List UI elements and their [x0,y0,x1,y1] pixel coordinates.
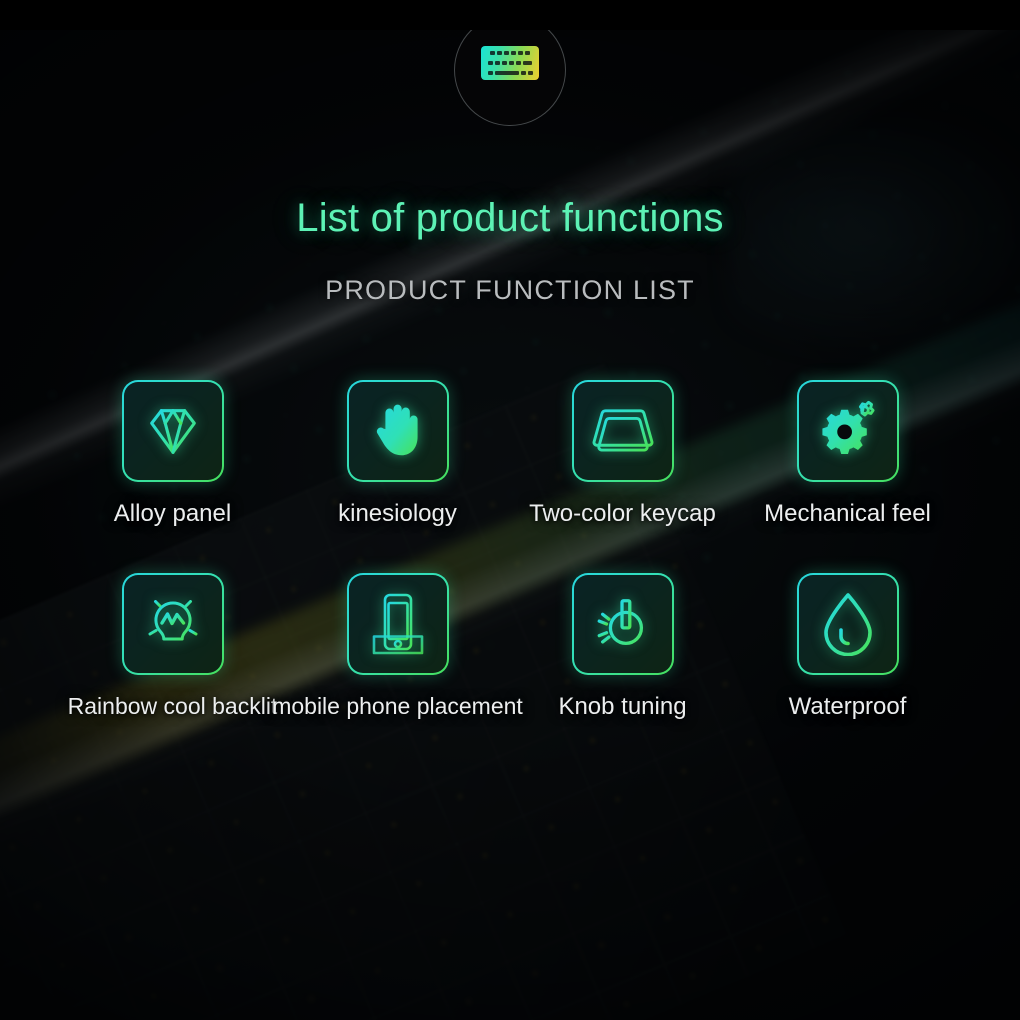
keyboard-icon-key [487,71,493,75]
keyboard-icon-key [502,61,507,65]
keyboard-icon-key [509,61,514,65]
keyboard-icon-key [497,51,502,55]
icon-frame-inner [573,575,672,673]
feature-label: mobile phone placement [272,693,523,719]
icon-frame-inner [573,382,672,480]
keyboard-icon-key [488,61,493,65]
icon-frame-inner [348,575,447,673]
feature-item-phone-placement[interactable]: mobile phone placement [272,573,523,720]
keyboard-icon-key [490,51,495,55]
keyboard-icon-row [485,51,535,55]
icon-frame-inner [798,382,897,480]
icon-frame [571,380,674,482]
feature-item-rainbow-backlit[interactable]: Rainbow cool backlit [60,573,285,720]
power-knob-icon [595,599,643,646]
feature-row-1: Alloy panel kinesiology Two-color keycap… [60,380,960,528]
keyboard-icon-key [525,51,530,55]
icon-frame-inner [798,575,897,673]
icon-frame [796,380,899,482]
feature-item-knob-tuning[interactable]: Knob tuning [510,573,735,721]
hand-icon [376,404,418,456]
keyboard-icon-key [516,61,521,65]
icon-frame [796,573,899,675]
feature-label: Rainbow cool backlit [67,693,278,719]
feature-label: Two-color keycap [529,500,716,527]
page-subtitle: PRODUCT FUNCTION LIST [325,275,695,305]
feature-label: Alloy panel [113,500,232,527]
keyboard-icon-row [485,71,535,75]
keyboard-icon-key-wide [523,61,532,65]
icon-frame [121,573,224,675]
lightbulb-icon [144,592,201,654]
phone-dock-icon [372,593,423,655]
icon-frame [346,380,449,482]
icon-frame-inner [348,382,447,480]
icon-frame [121,380,224,482]
keyboard-icon-spacebar [494,71,519,75]
feature-label: Knob tuning [558,693,687,720]
feature-item-kinesiology[interactable]: kinesiology [285,380,510,528]
gears-icon [821,400,875,455]
keycap-icon [592,409,653,452]
feature-label: Waterproof [788,693,907,720]
icon-frame-inner [123,382,222,480]
icon-frame-inner [123,575,222,673]
keyboard-icon-key [518,51,523,55]
product-feature-infographic: List of product functions PRODUCT FUNCTI… [0,0,1020,1020]
feature-item-alloy-panel[interactable]: Alloy panel [60,380,285,528]
keyboard-icon [481,46,539,80]
feature-label: kinesiology [338,500,457,527]
keyboard-icon-key [511,51,516,55]
feature-row-2: Rainbow cool backlit mobile phone placem… [60,573,960,721]
water-drop-icon [823,593,872,656]
feature-item-waterproof[interactable]: Waterproof [735,573,960,721]
feature-grid: Alloy panel kinesiology Two-color keycap… [60,380,960,721]
heading-block: List of product functions PRODUCT FUNCTI… [0,196,1020,306]
keyboard-icon-key [504,51,509,55]
keyboard-icon-key [520,71,526,75]
icon-frame [571,573,674,675]
icon-frame [346,573,449,675]
keyboard-icon-key [495,61,500,65]
top-black-bar [0,0,1020,30]
diamond-icon [149,409,196,454]
keyboard-icon-row [485,61,535,65]
keyboard-icon-key [527,71,533,75]
feature-label: Mechanical feel [764,500,931,527]
page-title: List of product functions [296,196,724,240]
feature-item-two-color-keycap[interactable]: Two-color keycap [510,380,735,528]
feature-item-mechanical-feel[interactable]: Mechanical feel [735,380,960,528]
